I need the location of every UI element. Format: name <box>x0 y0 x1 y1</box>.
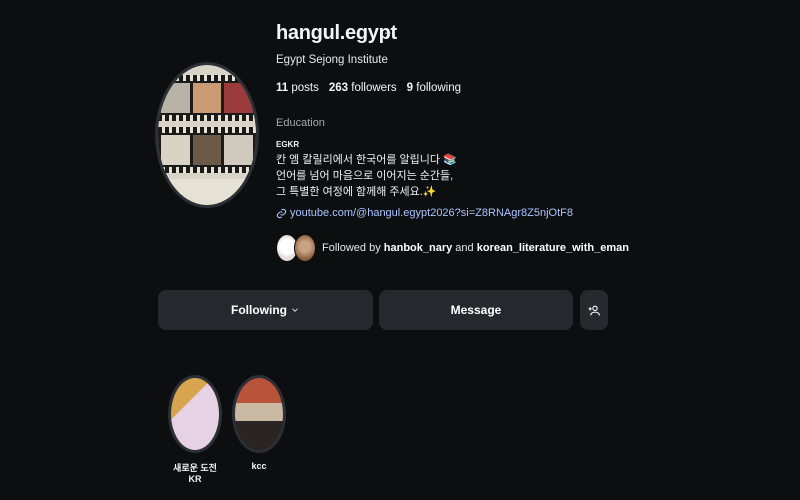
bio-line: 그 특별한 여정에 함께해 주세요.✨ <box>276 186 437 198</box>
add-user-icon <box>588 305 600 315</box>
highlight-label: kcc <box>251 461 267 471</box>
posts-stat: 11 posts <box>276 82 319 94</box>
bio-line: 칸 엠 칼릴리에서 한국어를 알립니다 📚 <box>276 154 457 166</box>
followed-by[interactable]: Followed by hanbok_nary and korean_liter… <box>276 234 629 262</box>
message-button-label: Message <box>450 303 502 317</box>
more-options-icon[interactable]: ··· <box>380 24 392 40</box>
link-icon <box>276 208 287 218</box>
follower-avatar <box>294 234 316 262</box>
highlight-label: 새로운 도전KR <box>173 463 217 484</box>
full-name: Egypt Sejong Institute <box>276 54 388 66</box>
username: hangul.egypt <box>276 22 397 44</box>
bio-line: 언어를 넘어 마음으로 이어지는 순간들, <box>276 170 454 182</box>
following-button-label: Following <box>231 303 287 317</box>
chevron-down-icon <box>292 308 298 312</box>
following-button[interactable]: Following <box>158 290 373 330</box>
followers-stat[interactable]: 263 followers <box>329 82 397 94</box>
highlight-cover <box>168 375 222 453</box>
story-highlight[interactable]: 새로운 도전KR <box>167 375 223 484</box>
bio-title: EGKR <box>276 140 300 149</box>
bio: 칸 엠 칼릴리에서 한국어를 알립니다 📚 언어를 넘어 마음으로 이어지는 순… <box>276 152 457 200</box>
highlight-cover <box>232 375 286 453</box>
followed-by-text: Followed by hanbok_nary and korean_liter… <box>322 242 629 254</box>
following-stat[interactable]: 9 following <box>407 82 461 94</box>
profile-link-text: youtube.com/@hangul.egypt2026?si=Z8RNAgr… <box>290 207 573 219</box>
category-label: Education <box>276 117 325 129</box>
profile-link[interactable]: youtube.com/@hangul.egypt2026?si=Z8RNAgr… <box>276 207 573 219</box>
profile-avatar[interactable] <box>155 62 261 208</box>
story-highlight[interactable]: kcc <box>231 375 287 471</box>
add-user-button[interactable] <box>580 290 608 330</box>
profile-stats: 11 posts 263 followers 9 following <box>276 82 461 94</box>
message-button[interactable]: Message <box>379 290 573 330</box>
